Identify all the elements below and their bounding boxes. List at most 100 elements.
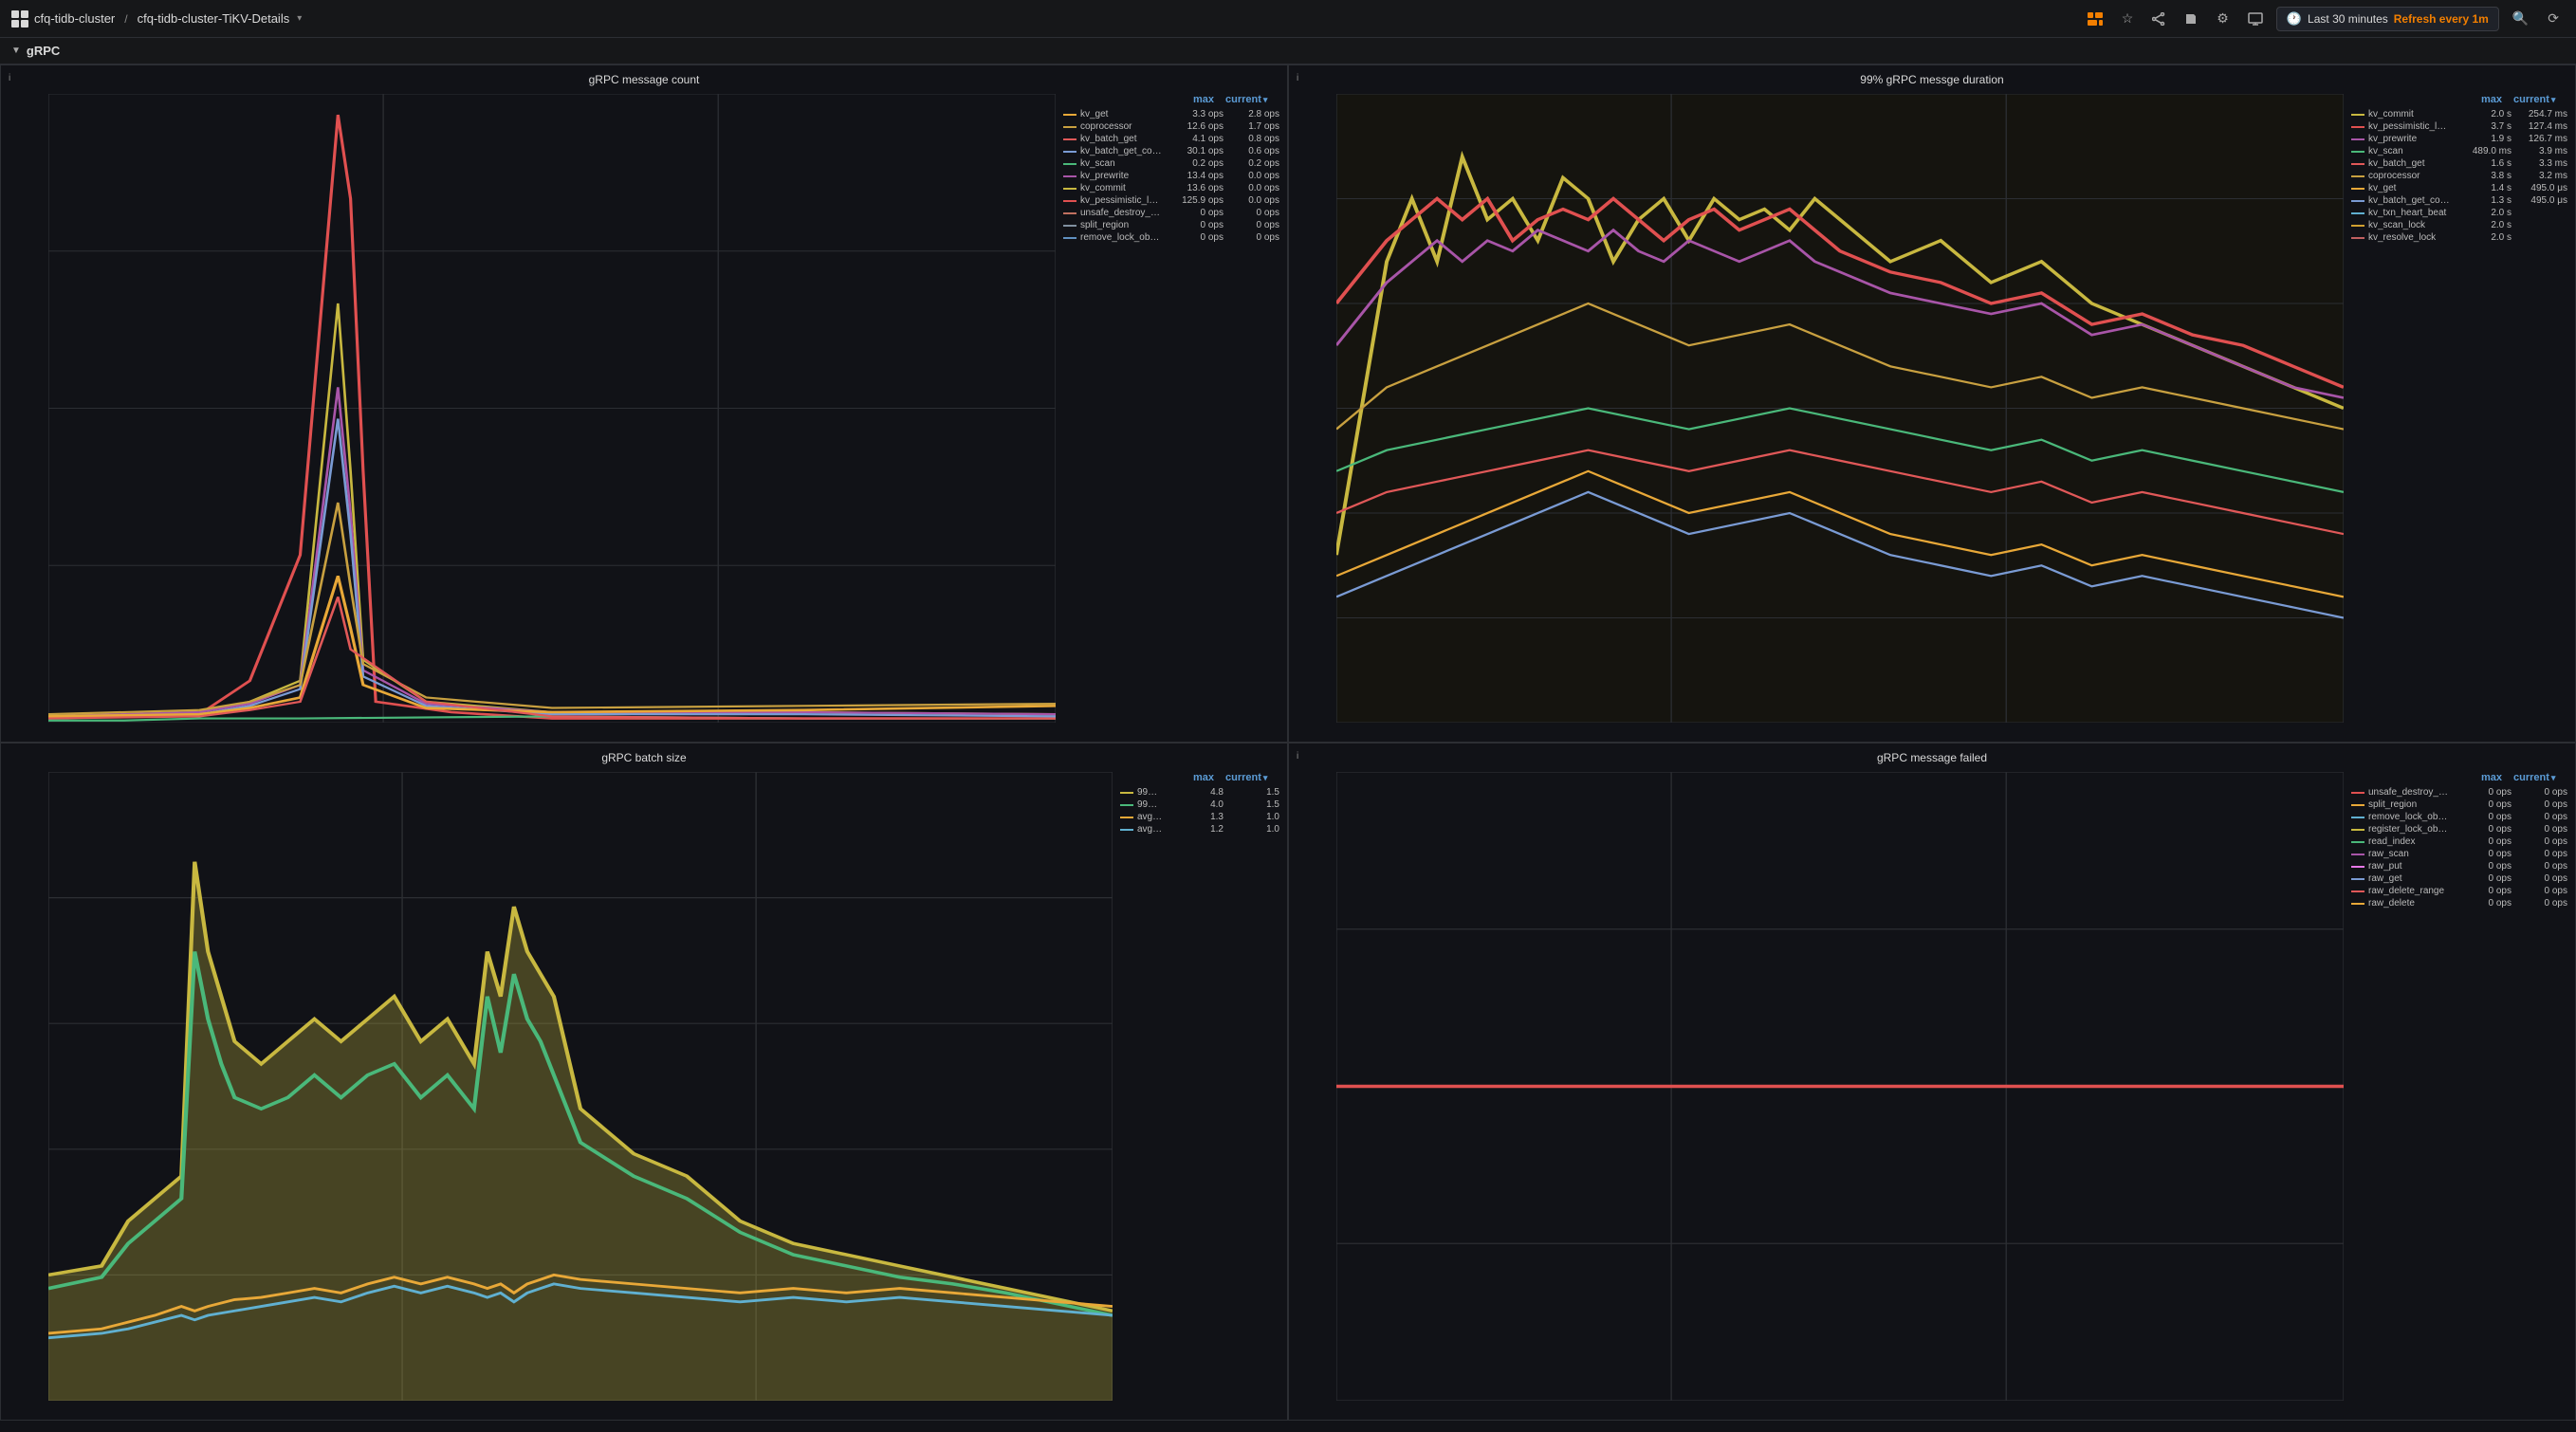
header-actions: ☆ ⚙ 🕐 Last 30 minutes Refresh every 1m 🔍… (2082, 7, 2565, 31)
legend-item-current: 495.0 μs (2515, 195, 2567, 206)
settings-icon[interactable]: ⚙ (2211, 7, 2235, 30)
legend-row[interactable]: split_region 0 ops 0 ops (2351, 799, 2567, 810)
legend-row[interactable]: kv_scan 0.2 ops 0.2 ops (1063, 158, 1279, 169)
legend-max-header-2[interactable]: max (2445, 94, 2502, 105)
legend-row[interactable]: unsafe_destroy_range 0 ops 0 ops (2351, 787, 2567, 798)
legend-item-name: kv_scan (2368, 146, 2451, 156)
time-range-picker[interactable]: 🕐 Last 30 minutes Refresh every 1m (2276, 7, 2499, 31)
legend-item-current: 1.0 (1227, 824, 1279, 835)
legend-color-swatch (1063, 188, 1076, 190)
legend-item-max: 3.7 s (2455, 121, 2512, 132)
section-toggle[interactable]: ▼ (11, 46, 21, 56)
panel-info-icon-4[interactable]: i (1297, 751, 1298, 762)
legend-row[interactable]: remove_lock_observer 0 ops 0 ops (2351, 812, 2567, 822)
legend-item-current: 1.5 (1227, 799, 1279, 810)
panel-header-message-count: i gRPC message count (1, 65, 1287, 90)
legend-row[interactable]: 99% request 4.0 1.5 (1120, 799, 1279, 810)
legend-message-count: max current▾ kv_get 3.3 ops 2.8 ops copr… (1059, 90, 1287, 742)
dashboard-icon[interactable] (2082, 9, 2108, 29)
legend-row[interactable]: kv_prewrite 13.4 ops 0.0 ops (1063, 171, 1279, 181)
legend-row[interactable]: kv_scan_lock 2.0 s (2351, 220, 2567, 230)
legend-item-name: register_lock_observer (2368, 824, 2451, 835)
legend-row[interactable]: kv_batch_get_command 30.1 ops 0.6 ops (1063, 146, 1279, 156)
legend-row[interactable]: kv_scan 489.0 ms 3.9 ms (2351, 146, 2567, 156)
star-icon[interactable]: ☆ (2116, 7, 2140, 30)
legend-row[interactable]: avg response 1.3 1.0 (1120, 812, 1279, 822)
legend-row[interactable]: kv_get 1.4 s 495.0 μs (2351, 183, 2567, 193)
legend-row[interactable]: kv_pessimistic_lock 3.7 s 127.4 ms (2351, 121, 2567, 132)
legend-row[interactable]: kv_batch_get 1.6 s 3.3 ms (2351, 158, 2567, 169)
legend-item-name: raw_delete (2368, 898, 2451, 909)
panel-grpc-message-count: i gRPC message count 150 ops 100 ops 50 … (0, 64, 1288, 743)
legend-row[interactable]: register_lock_observer 0 ops 0 ops (2351, 824, 2567, 835)
panel-info-icon[interactable]: i (9, 73, 10, 83)
legend-current-header-2[interactable]: current▾ (2513, 94, 2566, 105)
refresh-icon[interactable]: ⟳ (2542, 7, 2565, 30)
legend-current-header[interactable]: current▾ (1225, 94, 1278, 105)
legend-row[interactable]: raw_delete 0 ops 0 ops (2351, 898, 2567, 909)
monitor-icon[interactable] (2242, 9, 2269, 29)
legend-color-swatch (2351, 237, 2364, 239)
legend-item-name: coprocessor (1080, 121, 1163, 132)
breadcrumb-cluster[interactable]: cfq-tidb-cluster (34, 11, 115, 26)
legend-color-swatch (1063, 237, 1076, 239)
breadcrumb-chevron-icon[interactable]: ▾ (297, 13, 302, 24)
legend-row[interactable]: coprocessor 3.8 s 3.2 ms (2351, 171, 2567, 181)
legend-row[interactable]: coprocessor 12.6 ops 1.7 ops (1063, 121, 1279, 132)
grpc-section-header: ▼ gRPC (0, 38, 2576, 64)
save-icon[interactable] (2179, 9, 2203, 29)
legend-item-max: 4.0 (1167, 799, 1224, 810)
share-icon[interactable] (2146, 9, 2171, 29)
legend-row[interactable]: raw_delete_range 0 ops 0 ops (2351, 886, 2567, 896)
legend-item-max: 0 ops (2455, 799, 2512, 810)
legend-row[interactable]: kv_get 3.3 ops 2.8 ops (1063, 109, 1279, 119)
legend-max-header-4[interactable]: max (2445, 772, 2502, 783)
legend-current-header-3[interactable]: current▾ (1225, 772, 1278, 783)
legend-max-header-3[interactable]: max (1157, 772, 1214, 783)
legend-item-name: kv_scan_lock (2368, 220, 2451, 230)
legend-row[interactable]: kv_txn_heart_beat 2.0 s (2351, 208, 2567, 218)
legend-row[interactable]: avg request 1.2 1.0 (1120, 824, 1279, 835)
legend-row[interactable]: remove_lock_observer 0 ops 0 ops (1063, 232, 1279, 243)
legend-row[interactable]: raw_scan 0 ops 0 ops (2351, 849, 2567, 859)
app-logo[interactable] (11, 10, 28, 28)
panel-info-icon-2[interactable]: i (1297, 73, 1298, 83)
legend-row[interactable]: read_index 0 ops 0 ops (2351, 836, 2567, 847)
search-icon[interactable]: 🔍 (2507, 7, 2534, 30)
legend-row[interactable]: kv_commit 2.0 s 254.7 ms (2351, 109, 2567, 119)
legend-color-swatch (1120, 804, 1133, 806)
legend-color-swatch (2351, 151, 2364, 153)
legend-item-current: 0 ops (2515, 836, 2567, 847)
chart-failed: 1.0 ops 0.5 ops 0 ops -0.5 ops -1.0 ops … (1289, 768, 2347, 1420)
legend-current-header-4[interactable]: current▾ (2513, 772, 2566, 783)
legend-item-current: 3.2 ms (2515, 171, 2567, 181)
legend-row[interactable]: unsafe_destroy_range 0 ops 0 ops (1063, 208, 1279, 218)
panel-title-failed: gRPC message failed (1877, 751, 1987, 764)
legend-duration: max current▾ kv_commit 2.0 s 254.7 ms kv… (2347, 90, 2575, 742)
chart-message-count: 150 ops 100 ops 50 ops 0 ops 21:40 21:50… (1, 90, 1059, 742)
legend-row[interactable]: kv_commit 13.6 ops 0.0 ops (1063, 183, 1279, 193)
legend-row[interactable]: kv_prewrite 1.9 s 126.7 ms (2351, 134, 2567, 144)
breadcrumb-detail[interactable]: cfq-tidb-cluster-TiKV-Details (138, 11, 290, 26)
legend-row[interactable]: raw_put 0 ops 0 ops (2351, 861, 2567, 872)
legend-item-current: 0 ops (2515, 849, 2567, 859)
legend-color-swatch (2351, 841, 2364, 843)
legend-row[interactable]: kv_batch_get_command 1.3 s 495.0 μs (2351, 195, 2567, 206)
legend-row[interactable]: split_region 0 ops 0 ops (1063, 220, 1279, 230)
legend-row[interactable]: kv_resolve_lock 2.0 s (2351, 232, 2567, 243)
legend-item-current: 3.9 ms (2515, 146, 2567, 156)
legend-row[interactable]: raw_get 0 ops 0 ops (2351, 873, 2567, 884)
chart-duration: 10 s 1 s 100 ms 10 ms 1 ms 100 μs 21:40 … (1289, 90, 2347, 742)
legend-color-swatch (1063, 114, 1076, 116)
legend-row[interactable]: kv_batch_get 4.1 ops 0.8 ops (1063, 134, 1279, 144)
legend-row[interactable]: 99% response 4.8 1.5 (1120, 787, 1279, 798)
legend-color-swatch (1120, 817, 1133, 818)
panel-header-duration: i 99% gRPC messge duration (1289, 65, 2575, 90)
legend-color-swatch (2351, 792, 2364, 794)
panel-content-message-count: 150 ops 100 ops 50 ops 0 ops 21:40 21:50… (1, 90, 1287, 742)
legend-row[interactable]: kv_pessimistic_lock 125.9 ops 0.0 ops (1063, 195, 1279, 206)
legend-item-name: kv_txn_heart_beat (2368, 208, 2451, 218)
legend-max-header[interactable]: max (1157, 94, 1214, 105)
legend-item-name: avg response (1137, 812, 1163, 822)
legend-color-swatch (1063, 225, 1076, 227)
